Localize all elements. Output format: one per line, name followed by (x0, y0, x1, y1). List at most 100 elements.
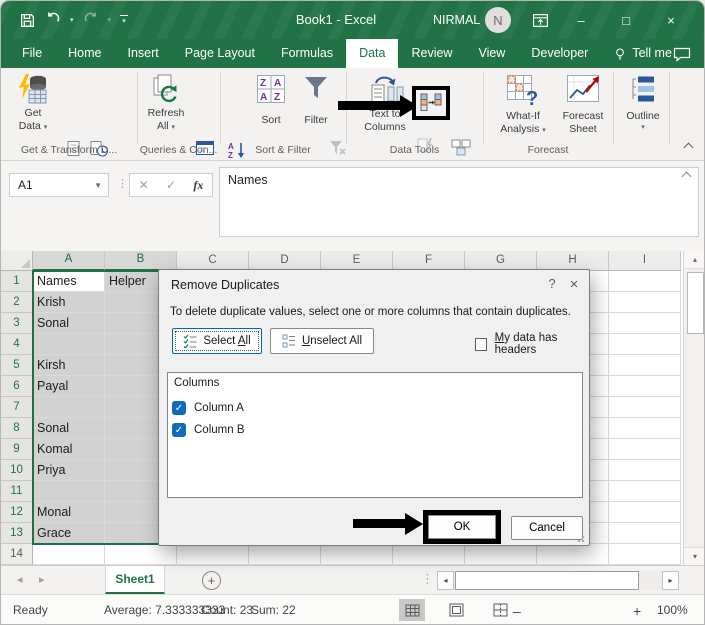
cancel-button[interactable]: Cancel (511, 516, 583, 540)
row-header-6[interactable]: 6 (1, 376, 33, 397)
cell-D14[interactable] (249, 544, 321, 565)
close-button[interactable]: × (656, 9, 686, 31)
column-header-F[interactable]: F (393, 251, 465, 271)
checkbox-column-a[interactable]: ✓ (172, 401, 186, 415)
hscroll-left-icon[interactable]: ◂ (437, 571, 454, 590)
cell-A10[interactable]: Priya (33, 460, 105, 481)
insert-function-icon[interactable]: fx (193, 178, 203, 193)
ok-button[interactable]: OK (428, 515, 496, 539)
ribbon-tab-review[interactable]: Review (398, 39, 465, 68)
row-header-5[interactable]: 5 (1, 355, 33, 376)
get-data-button[interactable]: Get Data ▾ (5, 70, 61, 142)
ribbon-tab-developer[interactable]: Developer (518, 39, 601, 68)
filter-button[interactable]: Filter (293, 70, 339, 142)
cell-G14[interactable] (465, 544, 537, 565)
resize-grip-icon[interactable] (577, 533, 586, 542)
cell-A9[interactable]: Komal (33, 439, 105, 460)
redo-button[interactable] (83, 10, 99, 30)
refresh-all-button[interactable]: Refresh All ▾ (135, 70, 197, 142)
page-layout-view-icon[interactable] (443, 599, 469, 621)
cell-A7[interactable] (33, 397, 105, 418)
undo-dropdown-icon[interactable]: ▾ (70, 16, 74, 24)
column-header-C[interactable]: C (177, 251, 249, 271)
select-all-button[interactable]: Select All (172, 328, 262, 354)
cell-I8[interactable] (609, 418, 681, 439)
cell-F14[interactable] (393, 544, 465, 565)
row-header-1[interactable]: 1 (1, 271, 33, 292)
ribbon-tab-page-layout[interactable]: Page Layout (172, 39, 268, 68)
cell-I9[interactable] (609, 439, 681, 460)
tab-scroll-splitter[interactable]: ⋮ (421, 571, 434, 587)
cell-I2[interactable] (609, 292, 681, 313)
row-header-10[interactable]: 10 (1, 460, 33, 481)
avatar[interactable]: N (485, 7, 511, 33)
row-header-12[interactable]: 12 (1, 502, 33, 523)
cell-A13[interactable]: Grace (33, 523, 105, 544)
column-header-I[interactable]: I (609, 251, 681, 271)
ribbon-tab-home[interactable]: Home (55, 39, 114, 68)
cancel-entry-icon[interactable]: ✕ (139, 178, 149, 192)
name-box-caret-icon[interactable]: ▼ (94, 181, 102, 190)
column-header-E[interactable]: E (321, 251, 393, 271)
column-header-G[interactable]: G (465, 251, 537, 271)
row-header-11[interactable]: 11 (1, 481, 33, 502)
redo-dropdown-icon[interactable]: ▾ (108, 16, 112, 24)
remove-duplicates-icon[interactable] (420, 93, 442, 113)
dialog-help-icon[interactable]: ? (542, 276, 562, 291)
select-all-corner[interactable] (1, 251, 33, 271)
ribbon-tab-data[interactable]: Data (346, 39, 398, 68)
cell-A3[interactable]: Sonal (33, 313, 105, 334)
row-header-2[interactable]: 2 (1, 292, 33, 313)
ribbon-display-options-icon[interactable] (525, 9, 555, 31)
formula-bar-input[interactable]: Names (219, 167, 699, 237)
horizontal-scroll-thumb[interactable] (455, 571, 639, 590)
cell-I10[interactable] (609, 460, 681, 481)
cell-B14[interactable] (105, 544, 177, 565)
forecast-sheet-button[interactable]: Forecast Sheet (553, 70, 613, 142)
unselect-all-button[interactable]: Unselect All (270, 328, 374, 354)
zoom-level[interactable]: 100% (657, 603, 688, 617)
scroll-down-icon[interactable]: ▾ (684, 547, 705, 565)
ribbon-tab-file[interactable]: File (9, 39, 55, 68)
page-break-view-icon[interactable] (487, 599, 513, 621)
zoom-out-icon[interactable]: – (513, 603, 521, 619)
ribbon-tab-insert[interactable]: Insert (115, 39, 172, 68)
cell-A4[interactable] (33, 334, 105, 355)
ribbon-tab-view[interactable]: View (465, 39, 518, 68)
name-box[interactable]: A1▼ (9, 173, 109, 197)
cell-I11[interactable] (609, 481, 681, 502)
cell-C14[interactable] (177, 544, 249, 565)
cell-I1[interactable] (609, 271, 681, 292)
cell-I7[interactable] (609, 397, 681, 418)
cell-I12[interactable] (609, 502, 681, 523)
formula-bar-splitter[interactable]: ⋮ (117, 177, 128, 190)
cell-I6[interactable] (609, 376, 681, 397)
row-header-3[interactable]: 3 (1, 313, 33, 334)
cell-A1[interactable]: Names (33, 271, 105, 292)
vertical-scrollbar[interactable]: ▴ ▾ (683, 251, 705, 565)
row-header-4[interactable]: 4 (1, 334, 33, 355)
dialog-close-icon[interactable]: × (564, 276, 584, 293)
cell-A5[interactable]: Kirsh (33, 355, 105, 376)
what-if-analysis-button[interactable]: ? What-If Analysis ▾ (487, 70, 559, 142)
cell-A8[interactable]: Sonal (33, 418, 105, 439)
headers-checkbox-box[interactable] (475, 338, 487, 351)
cell-H14[interactable] (537, 544, 609, 565)
columns-listbox[interactable]: Columns ✓Column A✓Column B (167, 372, 583, 498)
dialog-column-item-column-a[interactable]: ✓Column A (172, 397, 245, 419)
row-header-9[interactable]: 9 (1, 439, 33, 460)
ribbon-tab-formulas[interactable]: Formulas (268, 39, 346, 68)
vertical-scroll-thumb[interactable] (687, 272, 704, 334)
comment-icon[interactable] (673, 47, 691, 62)
outline-button[interactable]: Outline ▾ (617, 70, 669, 142)
column-header-H[interactable]: H (537, 251, 609, 271)
row-header-8[interactable]: 8 (1, 418, 33, 439)
cell-I14[interactable] (609, 544, 681, 565)
sheet-nav-right-icon[interactable]: ▸ (39, 573, 45, 586)
cell-E14[interactable] (321, 544, 393, 565)
cell-A14[interactable] (33, 544, 105, 565)
save-icon[interactable] (19, 12, 36, 29)
cell-A11[interactable] (33, 481, 105, 502)
my-data-has-headers-checkbox[interactable]: My data has headers (475, 332, 589, 356)
quick-access-more-icon[interactable]: ▾ (120, 15, 128, 26)
